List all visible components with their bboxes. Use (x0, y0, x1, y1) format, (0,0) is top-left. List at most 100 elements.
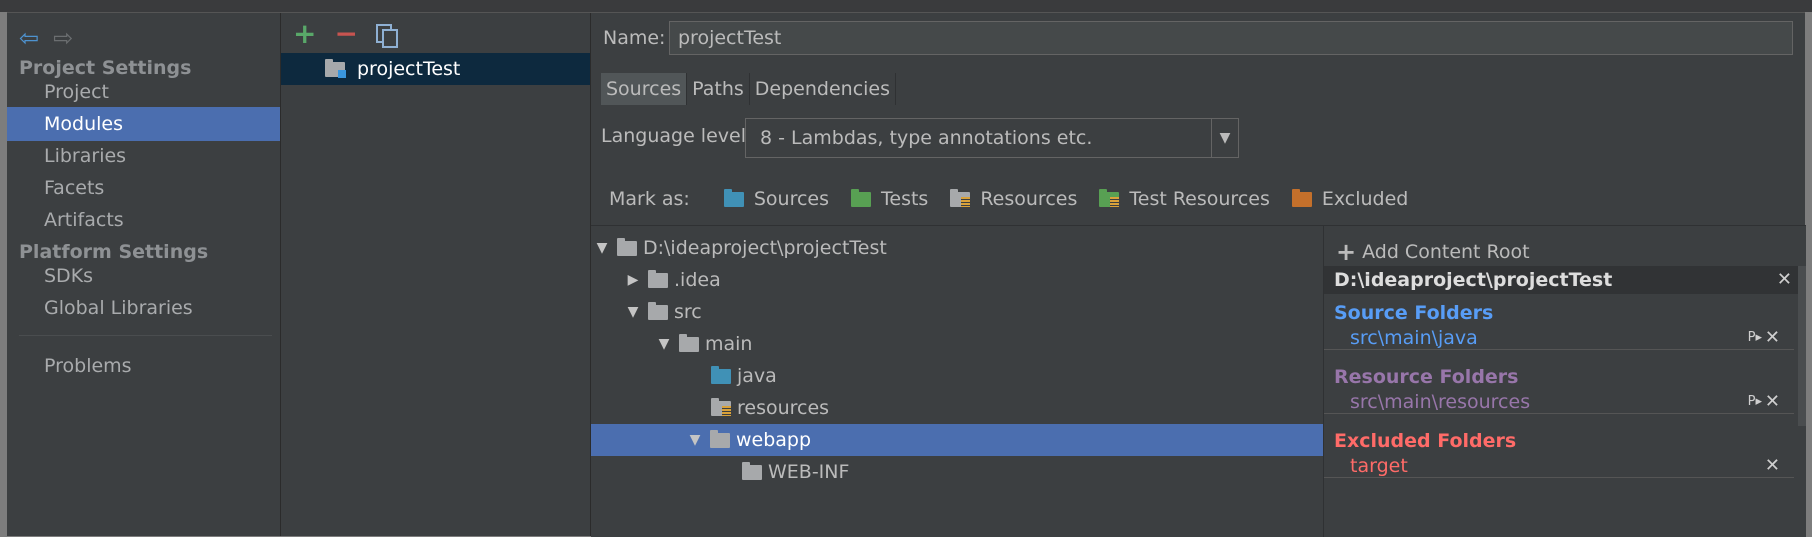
modules-toolbar: + − (293, 20, 398, 48)
expanded-arrow-icon[interactable]: ▼ (688, 432, 702, 448)
close-icon[interactable]: ✕ (1777, 266, 1792, 294)
tab-paths[interactable]: Paths (687, 73, 750, 105)
excluded-folder-icon (1291, 188, 1312, 207)
tree-label-resources: resources (737, 397, 830, 419)
tree-label-src: src (674, 301, 702, 323)
tree-label-main: main (705, 333, 753, 355)
mark-excluded-label: Excluded (1321, 188, 1409, 210)
nav-item-sdks[interactable]: SDKs (7, 259, 280, 293)
nav-item-global-libraries[interactable]: Global Libraries (7, 291, 280, 325)
chevron-down-icon[interactable]: ▼ (1211, 119, 1238, 157)
expanded-arrow-icon[interactable]: ▼ (595, 240, 609, 256)
expanded-arrow-icon[interactable]: ▼ (657, 336, 671, 352)
nav-item-artifacts[interactable]: Artifacts (7, 203, 280, 237)
tree-row-web-inf[interactable]: WEB-INF (591, 456, 1323, 488)
back-arrow-icon[interactable]: ⇦ (19, 25, 39, 51)
folder-icon (648, 269, 668, 288)
mark-sources-button[interactable]: Sources (716, 188, 829, 210)
nav-arrows: ⇦ ⇨ (19, 25, 73, 51)
close-icon[interactable]: ✕ (1765, 326, 1780, 350)
mark-sources-label: Sources (753, 188, 829, 210)
title-strip (0, 0, 1812, 12)
close-icon[interactable]: ✕ (1765, 454, 1780, 478)
folder-icon (617, 237, 637, 256)
module-folder-icon (325, 58, 346, 78)
nav-divider (19, 335, 272, 336)
settings-nav: ⇦ ⇨ Project Settings Project Modules Lib… (7, 13, 281, 536)
language-level-value: 8 - Lambdas, type annotations etc. (760, 127, 1093, 149)
excluded-folders-header: Excluded Folders (1334, 430, 1517, 452)
mark-as-label: Mark as: (609, 188, 690, 210)
resource-folder-entry: src\main\resources P▸ ✕ (1324, 390, 1794, 414)
mark-tests-button[interactable]: Tests (843, 188, 928, 210)
sources-folder-icon (723, 188, 744, 207)
add-content-root-label: Add Content Root (1362, 241, 1530, 263)
mark-resources-button[interactable]: Resources (942, 188, 1077, 210)
forward-arrow-icon[interactable]: ⇨ (53, 25, 73, 51)
add-module-icon[interactable]: + (293, 20, 316, 48)
project-structure-dialog: ⇦ ⇨ Project Settings Project Modules Lib… (7, 12, 1806, 537)
modules-list-panel: + − projectTest (281, 13, 591, 536)
source-folder-path: src\main\java (1350, 327, 1478, 349)
nav-item-project[interactable]: Project (7, 75, 280, 109)
module-detail-panel: Name: projectTest Sources Paths Dependen… (591, 13, 1806, 537)
collapsed-arrow-icon[interactable]: ▶ (626, 272, 640, 288)
remove-module-icon[interactable]: − (334, 20, 357, 48)
source-folders-header: Source Folders (1334, 302, 1494, 324)
tree-label-idea: .idea (674, 269, 721, 291)
nav-item-modules[interactable]: Modules (7, 107, 280, 141)
mark-test-resources-button[interactable]: Test Resources (1091, 188, 1270, 210)
add-content-root-button[interactable]: + Add Content Root (1336, 238, 1530, 266)
close-icon[interactable]: ✕ (1765, 390, 1780, 414)
expanded-arrow-icon[interactable]: ▼ (626, 304, 640, 320)
excluded-folder-path: target (1350, 455, 1408, 477)
resource-folder-path: src\main\resources (1350, 391, 1531, 413)
nav-item-libraries[interactable]: Libraries (7, 139, 280, 173)
package-prefix-icon[interactable]: P▸ (1748, 390, 1762, 414)
tree-label-root: D:\ideaproject\projectTest (643, 237, 887, 259)
language-level-label: Language level: (601, 125, 753, 147)
nav-item-problems[interactable]: Problems (7, 349, 280, 383)
language-level-select[interactable]: 8 - Lambdas, type annotations etc. ▼ (745, 118, 1239, 158)
folder-tree: ▼ D:\ideaproject\projectTest ▶ .idea ▼ s… (591, 225, 1323, 537)
mark-resources-label: Resources (980, 188, 1078, 210)
tree-row-idea[interactable]: ▶ .idea (591, 264, 1323, 296)
tree-row-java[interactable]: java (591, 360, 1323, 392)
mark-test-resources-label: Test Resources (1129, 188, 1270, 210)
nav-item-facets[interactable]: Facets (7, 171, 280, 205)
plus-icon: + (1336, 238, 1357, 266)
tree-row-src[interactable]: ▼ src (591, 296, 1323, 328)
tree-row-webapp[interactable]: ▼ webapp (591, 424, 1323, 456)
test-resources-folder-icon (1099, 188, 1120, 207)
tree-label-java: java (737, 365, 777, 387)
tree-row-resources[interactable]: resources (591, 392, 1323, 424)
content-root-panel: + Add Content Root D:\ideaproject\projec… (1323, 225, 1806, 537)
content-root-path: D:\ideaproject\projectTest (1334, 269, 1613, 291)
folder-icon (742, 461, 762, 480)
mark-excluded-button[interactable]: Excluded (1284, 188, 1409, 210)
module-name-input[interactable]: projectTest (669, 21, 1793, 55)
vertical-scrollbar[interactable] (1798, 266, 1806, 426)
resource-folders-header: Resource Folders (1334, 366, 1519, 388)
folder-icon (648, 301, 668, 320)
mark-tests-label: Tests (881, 188, 929, 210)
package-prefix-icon[interactable]: P▸ (1748, 326, 1762, 350)
tab-dependencies[interactable]: Dependencies (750, 73, 897, 105)
tree-label-web-inf: WEB-INF (768, 461, 850, 483)
module-tabs: Sources Paths Dependencies (601, 73, 897, 105)
mark-as-bar: Mark as: Sources Tests Resources Test Re… (609, 188, 1408, 210)
resources-folder-icon (950, 188, 971, 207)
module-row-projecttest[interactable]: projectTest (281, 53, 590, 85)
excluded-folder-entry: target ✕ (1324, 454, 1794, 478)
source-folder-icon (711, 365, 731, 384)
tree-row-root[interactable]: ▼ D:\ideaproject\projectTest (591, 232, 1323, 264)
tree-row-main[interactable]: ▼ main (591, 328, 1323, 360)
module-label: projectTest (357, 58, 461, 80)
copy-module-icon[interactable] (375, 24, 398, 48)
tests-folder-icon (851, 188, 871, 207)
tab-sources[interactable]: Sources (601, 73, 688, 105)
resource-folder-icon (711, 397, 731, 416)
source-folder-entry: src\main\java P▸ ✕ (1324, 326, 1794, 350)
folder-icon (710, 429, 730, 448)
folder-icon (679, 333, 699, 352)
